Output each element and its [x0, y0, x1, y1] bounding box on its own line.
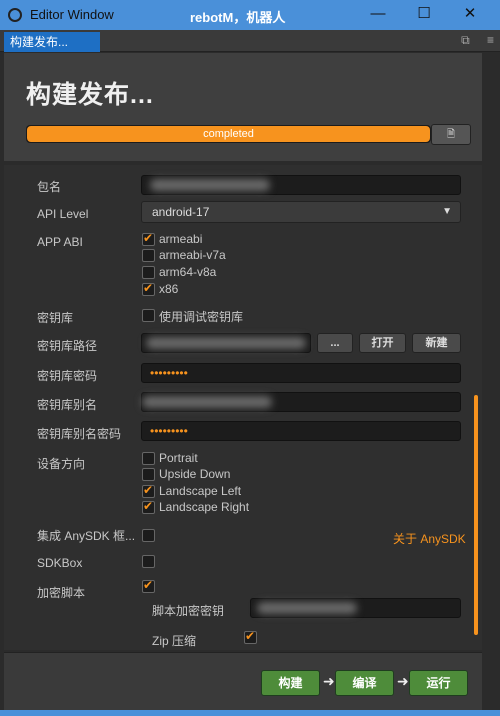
zip-compress-label: Zip 压缩 [152, 634, 197, 648]
alias-password-label: 密钥库别名密码 [37, 427, 122, 441]
encrypt-script-checkbox[interactable] [142, 578, 155, 593]
redacted-value [150, 179, 270, 191]
abi-x86-label: x86 [159, 282, 179, 296]
sdkbox-checkbox[interactable] [142, 555, 155, 568]
alias-label: 密钥库别名 [37, 398, 98, 412]
compile-button[interactable]: 编译 [335, 670, 394, 696]
orientation-label: 设备方向 [37, 457, 86, 471]
arrow-right-icon: ➜ [323, 673, 335, 689]
log-button[interactable]: 🗎 [431, 124, 471, 145]
abi-armeabi-v7a-label: armeabi-v7a [159, 248, 226, 262]
build-button[interactable]: 构建 [261, 670, 320, 696]
build-settings-form: 包名 API Level android-17 ▼ APP ABI armeab… [4, 165, 482, 650]
keystore-path-input[interactable] [141, 333, 311, 353]
browse-button[interactable]: ... [317, 333, 353, 353]
orientation-upside-down-checkbox[interactable] [142, 468, 155, 481]
about-anysdk-link[interactable]: 关于 AnySDK [393, 530, 466, 547]
open-button[interactable]: 打开 [359, 333, 406, 353]
run-button[interactable]: 运行 [409, 670, 468, 696]
sdkbox-label: SDKBox [37, 556, 83, 570]
new-keystore-button[interactable]: 新建 [412, 333, 461, 353]
minimize-button[interactable]: — [358, 3, 398, 27]
keystore-password-input[interactable]: ••••••••• [141, 363, 461, 383]
debug-keystore-label: 使用调试密钥库 [159, 310, 244, 324]
popout-icon[interactable]: ⧉ [461, 33, 470, 47]
window-bottom-edge [0, 710, 500, 716]
window-center-title: rebotM，机器人 [190, 10, 286, 25]
alias-password-value: ••••••••• [150, 424, 188, 438]
redacted-value [257, 602, 357, 614]
orientation-portrait-label: Portrait [159, 451, 198, 465]
dropdown-arrow-icon: ▼ [442, 206, 452, 217]
anysdk-label: 集成 AnySDK 框... [37, 529, 136, 543]
keystore-label: 密钥库 [37, 311, 74, 325]
package-name-input[interactable] [141, 175, 461, 195]
menu-icon[interactable]: ≡ [487, 33, 494, 47]
encrypt-script-label: 加密脚本 [37, 586, 86, 600]
orientation-portrait-checkbox[interactable] [142, 452, 155, 465]
unity-logo-icon [8, 8, 22, 22]
close-button[interactable]: ✕ [450, 3, 490, 27]
orientation-landscape-right-label: Landscape Right [159, 500, 250, 514]
encrypt-key-input[interactable] [250, 598, 461, 618]
document-icon: 🗎 [446, 129, 456, 140]
api-level-value: android-17 [152, 205, 210, 219]
footer-actions: 构建 ➜ 编译 ➜ 运行 [4, 652, 482, 710]
arrow-right-icon: ➜ [397, 673, 409, 689]
abi-armeabi-label: armeabi [159, 232, 203, 246]
tab-build-publish[interactable]: 构建发布... [4, 32, 100, 52]
keystore-password-label: 密钥库密码 [37, 369, 98, 383]
api-level-label: API Level [37, 207, 89, 221]
page-title: 构建发布... [26, 81, 154, 109]
encrypt-key-label: 脚本加密密钥 [152, 604, 225, 618]
window-titlebar: Editor Window rebotM，机器人 — ☐ ✕ [0, 0, 500, 30]
redacted-value [146, 337, 306, 349]
maximize-button[interactable]: ☐ [404, 3, 444, 27]
window-title: Editor Window [30, 7, 114, 22]
abi-armeabi-v7a-checkbox[interactable] [142, 249, 155, 262]
debug-keystore-checkbox[interactable] [142, 309, 155, 322]
alias-password-input[interactable]: ••••••••• [141, 421, 461, 441]
alias-input[interactable] [141, 392, 461, 412]
orientation-landscape-left-label: Landscape Left [159, 484, 242, 498]
redacted-value [142, 396, 272, 408]
abi-x86-checkbox[interactable] [142, 281, 155, 296]
progress-label: completed [203, 128, 254, 140]
orientation-landscape-right-checkbox[interactable] [142, 499, 155, 514]
abi-arm64-v8a-label: arm64-v8a [159, 265, 217, 279]
abi-arm64-v8a-checkbox[interactable] [142, 266, 155, 279]
orientation-upside-down-label: Upside Down [159, 467, 231, 481]
keystore-path-label: 密钥库路径 [37, 339, 98, 353]
tab-tools: ⧉ ≡ [447, 33, 494, 48]
keystore-password-value: ••••••••• [150, 366, 188, 380]
package-name-label: 包名 [37, 180, 62, 194]
api-level-select[interactable]: android-17 ▼ [141, 201, 461, 223]
build-progress-bar: completed [26, 125, 431, 143]
app-abi-label: APP ABI [37, 235, 83, 249]
header-panel: 构建发布... completed 🗎 [4, 53, 482, 161]
tab-strip: 构建发布... ⧉ ≡ [0, 30, 500, 52]
zip-compress-checkbox[interactable] [244, 629, 257, 644]
anysdk-checkbox[interactable] [142, 529, 155, 542]
form-scrollbar[interactable] [474, 395, 478, 635]
abi-armeabi-checkbox[interactable] [142, 231, 155, 246]
orientation-landscape-left-checkbox[interactable] [142, 483, 155, 498]
